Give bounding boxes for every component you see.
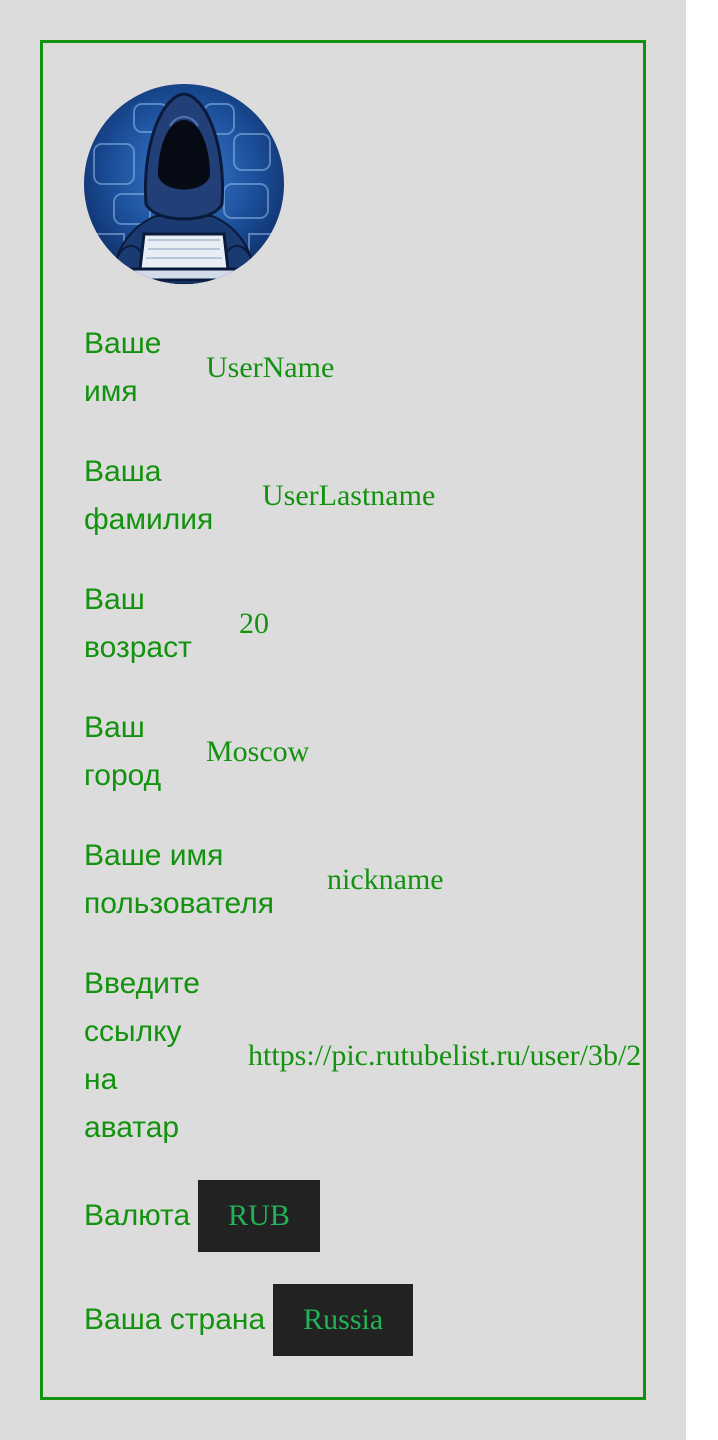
- first-name-row: Ваше имя UserName: [84, 320, 334, 416]
- username-row: Ваше имя пользователя nickname: [84, 832, 444, 928]
- avatar-url-value[interactable]: https://pic.rutubelist.ru/user/3b/2: [248, 1036, 641, 1076]
- country-row: Ваша страна Russia: [84, 1284, 414, 1356]
- age-label: Ваш возраст: [84, 583, 192, 664]
- currency-row: Валюта RUB: [84, 1180, 320, 1252]
- city-label: Ваш город: [84, 711, 162, 792]
- avatar-url-label: Введите ссылку на аватар: [84, 967, 200, 1144]
- username-label: Ваше имя пользователя: [84, 839, 274, 920]
- profile-card: Ваше имя UserName Ваша фамилия UserLastn…: [40, 40, 646, 1400]
- country-select[interactable]: Russia: [273, 1284, 414, 1356]
- avatar: [84, 84, 284, 284]
- currency-select[interactable]: RUB: [198, 1180, 320, 1252]
- city-row: Ваш город Moscow: [84, 704, 309, 800]
- age-row: Ваш возраст 20: [84, 576, 269, 672]
- first-name-value[interactable]: UserName: [206, 348, 334, 388]
- last-name-value[interactable]: UserLastname: [262, 476, 435, 516]
- city-value[interactable]: Moscow: [206, 732, 309, 772]
- username-value[interactable]: nickname: [327, 860, 444, 900]
- first-name-label: Ваше имя: [84, 327, 162, 408]
- age-value[interactable]: 20: [239, 604, 269, 644]
- hacker-avatar-icon: [84, 84, 284, 284]
- currency-label: Валюта: [84, 1199, 191, 1232]
- country-label: Ваша страна: [84, 1303, 266, 1336]
- last-name-row: Ваша фамилия UserLastname: [84, 448, 435, 544]
- avatar-url-row: Введите ссылку на аватар https://pic.rut…: [84, 960, 641, 1152]
- last-name-label: Ваша фамилия: [84, 455, 214, 536]
- page-background: Ваше имя UserName Ваша фамилия UserLastn…: [0, 0, 686, 1440]
